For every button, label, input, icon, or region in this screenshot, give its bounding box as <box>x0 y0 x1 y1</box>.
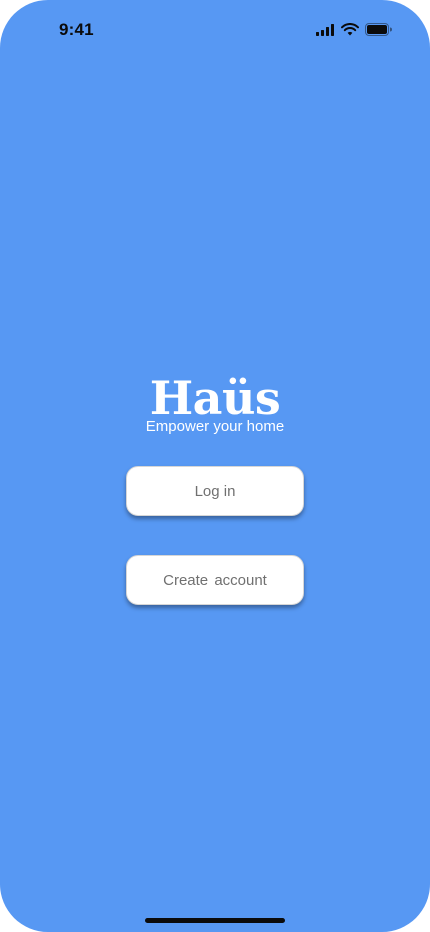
app-logo: Haüs <box>149 371 281 425</box>
brand: Haüs Empower your home <box>0 372 430 436</box>
status-bar: 9:41 <box>0 0 430 64</box>
status-time: 9:41 <box>59 20 94 39</box>
tagline: Empower your home <box>145 418 285 435</box>
home-indicator[interactable] <box>145 918 285 923</box>
create-account-button[interactable]: Create account <box>126 555 304 605</box>
wifi-icon <box>341 23 359 41</box>
app-screen: 9:41 Haüs Empower your home Log in Creat… <box>0 0 430 932</box>
battery-icon <box>365 23 392 41</box>
status-icons <box>316 23 392 41</box>
cellular-signal-icon <box>316 23 335 41</box>
login-button[interactable]: Log in <box>126 466 304 516</box>
